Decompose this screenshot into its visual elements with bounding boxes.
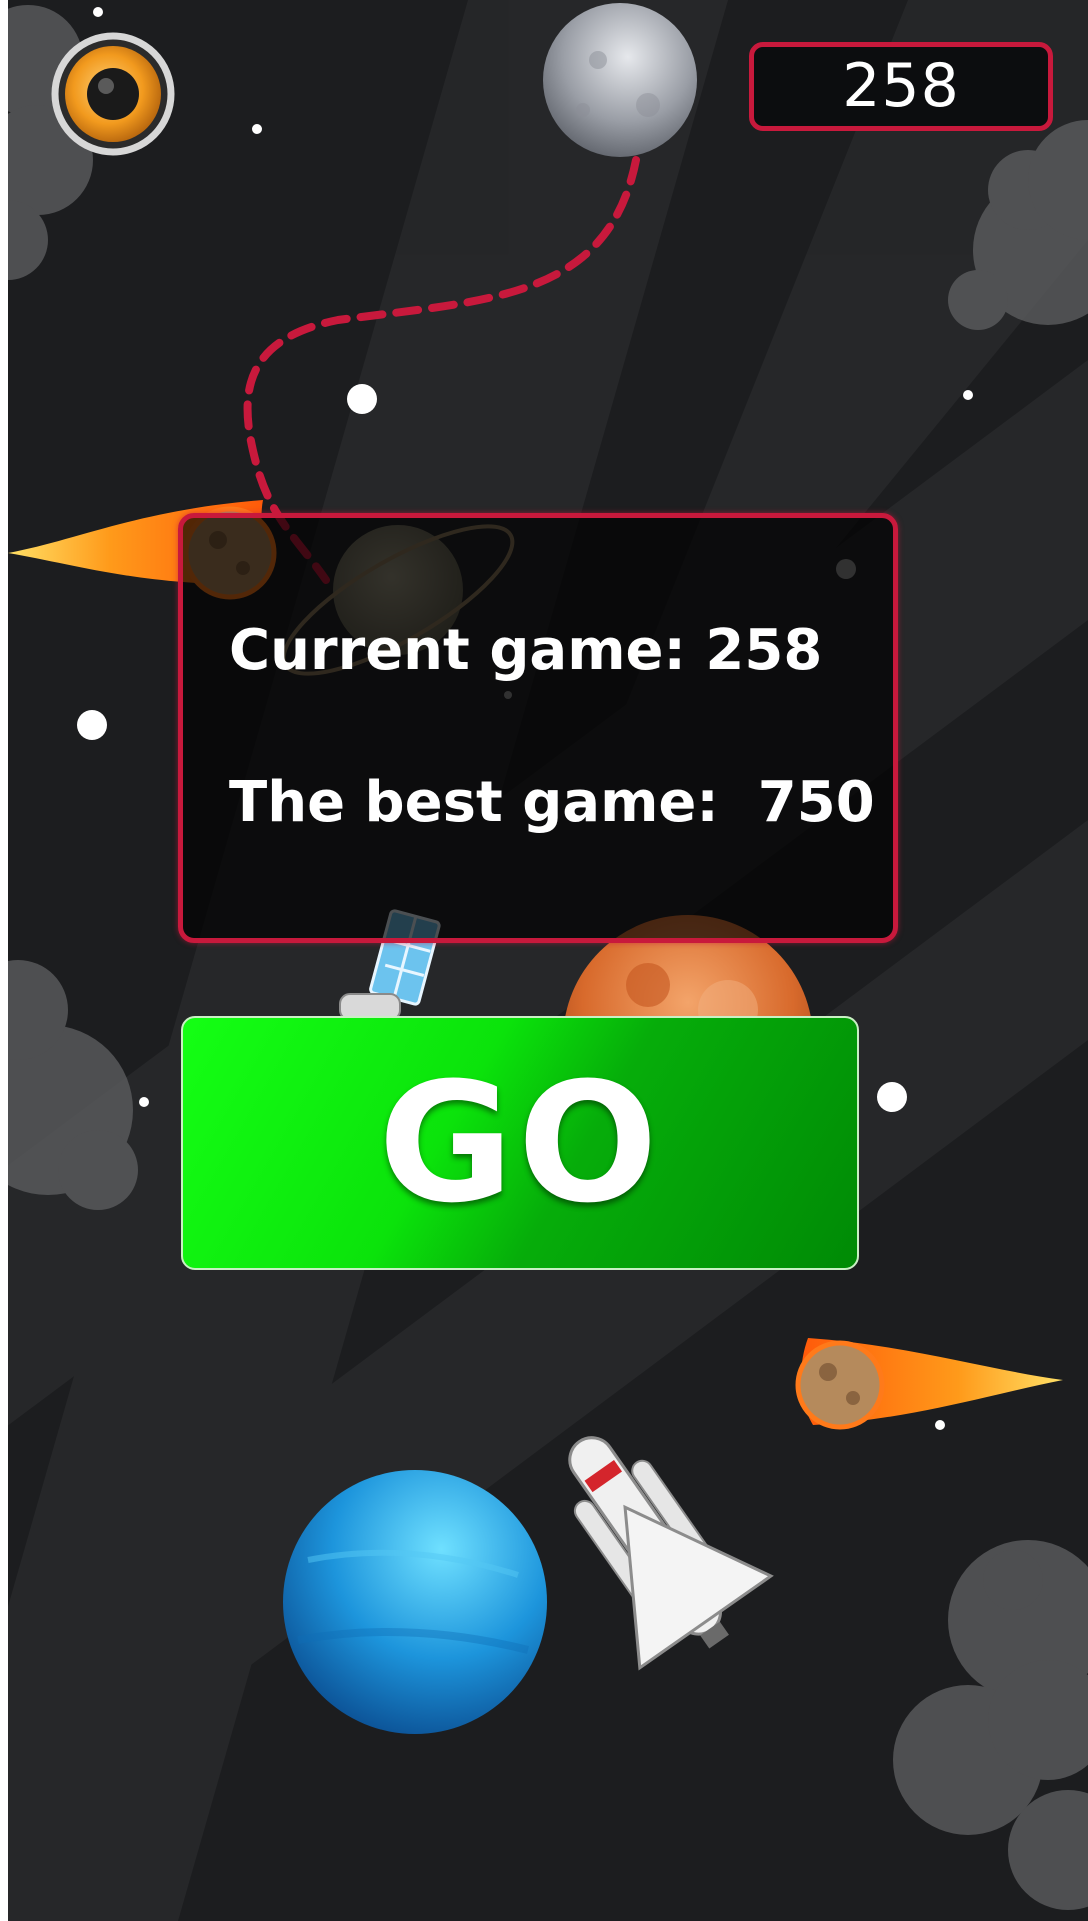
- speaker-icon: [51, 32, 175, 156]
- space-background: [8, 0, 1088, 1921]
- game-stage: 258 Current game: 258 The best game: 750…: [8, 0, 1088, 1921]
- light-rays: [8, 0, 1088, 1921]
- comet-icon: [795, 1338, 1063, 1430]
- sound-toggle-button[interactable]: [48, 28, 178, 160]
- go-button[interactable]: GO: [181, 1016, 859, 1270]
- space-shuttle-icon: [568, 1436, 774, 1671]
- current-game-score: Current game: 258: [229, 618, 823, 683]
- go-button-label: GO: [378, 1047, 662, 1239]
- best-game-score: The best game: 750: [229, 770, 875, 835]
- score-value: 258: [842, 51, 960, 121]
- neptune-icon: [283, 1470, 547, 1734]
- results-panel: Current game: 258 The best game: 750: [178, 513, 898, 943]
- moon-icon: [543, 3, 697, 157]
- score-display: 258: [749, 42, 1053, 131]
